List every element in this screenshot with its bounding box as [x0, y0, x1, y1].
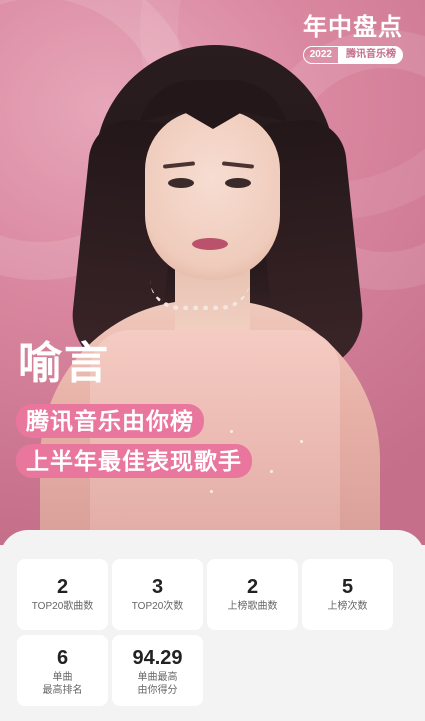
hero-banner: 年中盘点 2022 腾讯音乐榜 喻言 腾讯音乐由你榜 上半年最佳表现歌手	[0, 0, 425, 545]
event-subtitle: 2022 腾讯音乐榜	[302, 46, 403, 64]
artist-name: 喻言	[18, 339, 110, 388]
stat-value: 2	[56, 576, 69, 598]
stat-value: 6	[56, 647, 69, 669]
stat-card-best-rank: 6 单曲 最高排名	[17, 635, 108, 706]
award-title-line-2: 上半年最佳表现歌手	[16, 444, 252, 478]
stat-card-charted-songs: 2 上榜歌曲数	[207, 559, 298, 630]
stat-value: 2	[246, 576, 259, 598]
stat-card-top20-songs: 2 TOP20歌曲数	[17, 559, 108, 630]
event-year: 2022	[302, 46, 339, 64]
stat-card-top20-times: 3 TOP20次数	[112, 559, 203, 630]
stats-panel: 2 TOP20歌曲数 3 TOP20次数 2 上榜歌曲数 5 上榜次数 6 单曲…	[0, 530, 425, 721]
event-brand: 腾讯音乐榜	[339, 46, 403, 64]
event-logo: 年中盘点 2022 腾讯音乐榜	[302, 14, 403, 64]
stat-value: 94.29	[132, 647, 183, 669]
stat-label: TOP20次数	[131, 601, 184, 612]
stat-card-charted-times: 5 上榜次数	[302, 559, 393, 630]
stat-label: 单曲 最高排名	[42, 672, 83, 696]
stat-label: TOP20歌曲数	[31, 601, 94, 612]
stat-value: 5	[341, 576, 354, 598]
award-title-line-1: 腾讯音乐由你榜	[16, 404, 204, 438]
stat-label: 单曲最高 由你得分	[137, 672, 178, 696]
stat-card-best-score: 94.29 单曲最高 由你得分	[112, 635, 203, 706]
stat-value: 3	[151, 576, 164, 598]
stat-label: 上榜歌曲数	[227, 601, 278, 612]
event-title: 年中盘点	[303, 14, 403, 41]
stat-label: 上榜次数	[327, 601, 368, 612]
